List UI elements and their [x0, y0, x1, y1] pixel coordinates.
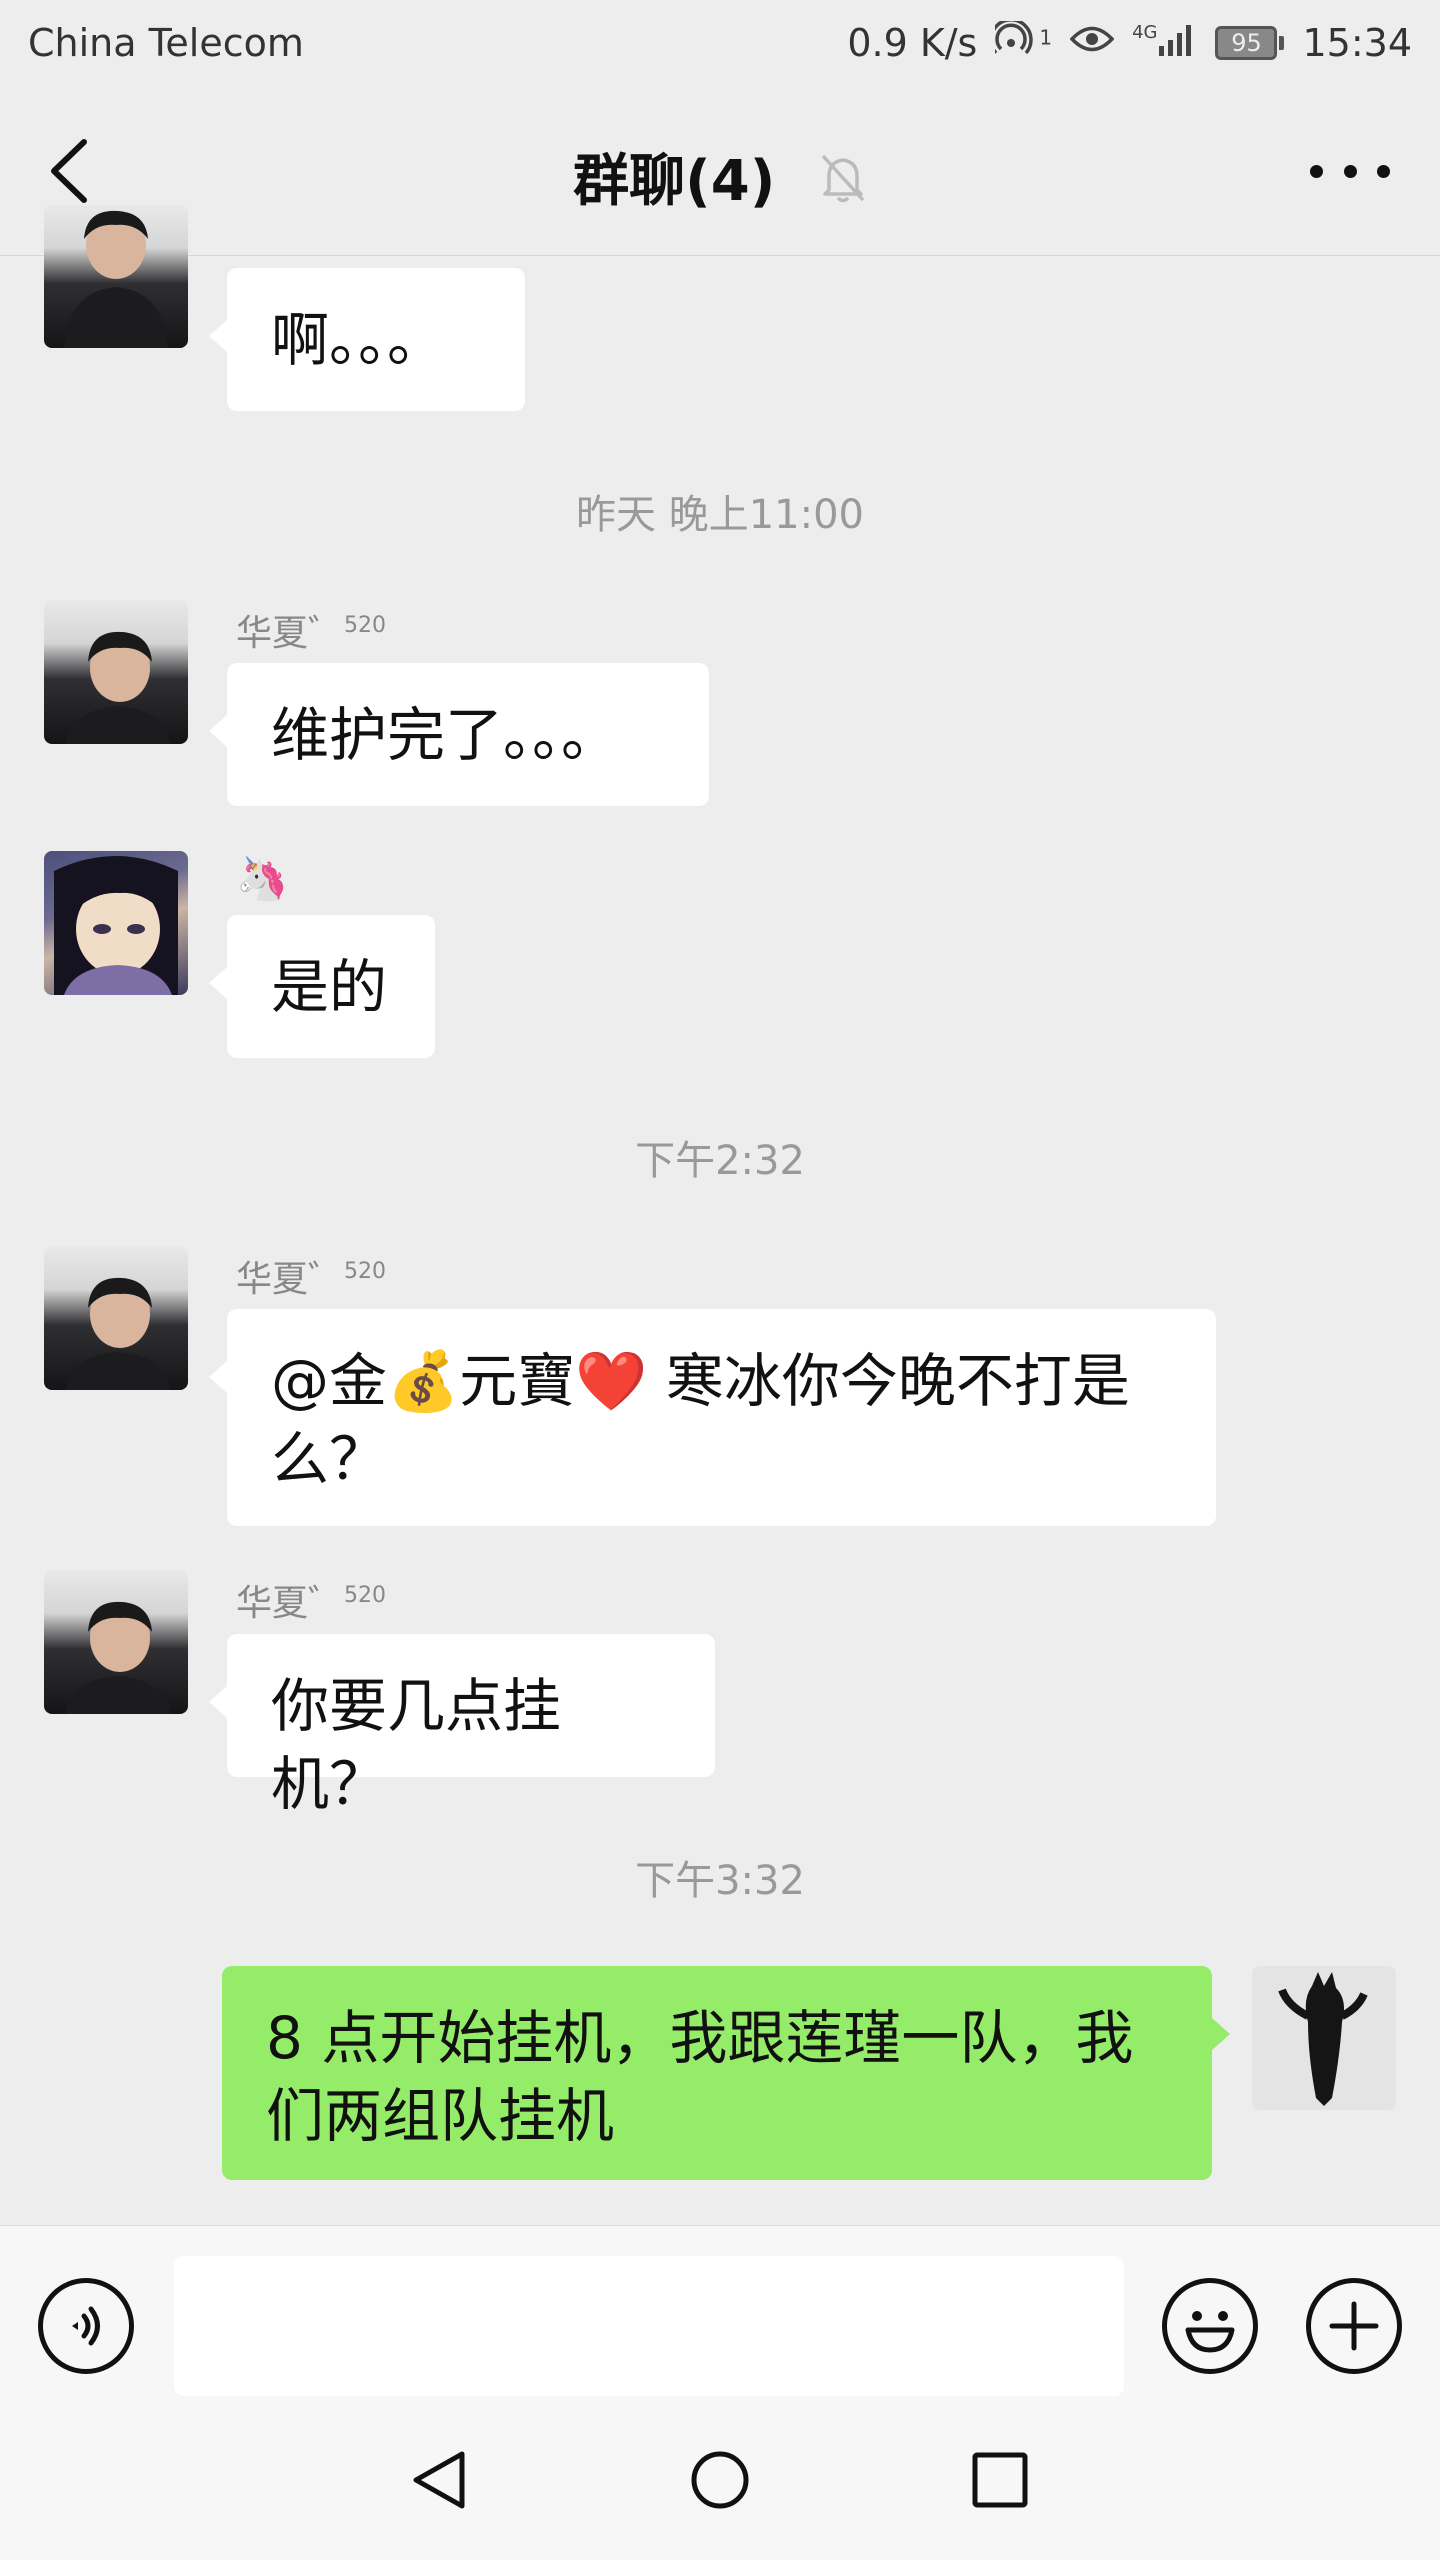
emoji-icon	[1185, 2311, 1235, 2353]
circle-home-icon	[691, 2451, 749, 2509]
network-type: 4G	[1132, 21, 1158, 43]
more-dot-icon	[1343, 164, 1357, 178]
battery-tip	[1279, 36, 1285, 50]
status-bar: China Telecom 0.9 K/s 1 4G 95 15:34	[0, 0, 1440, 86]
signal-icon: 4G	[1132, 22, 1197, 65]
message-text: 啊。。。	[271, 306, 446, 374]
chat-header: 群聊(4)	[0, 86, 1440, 256]
timestamp: 下午3:32	[635, 1858, 805, 1904]
message-bubble[interactable]: 是的	[209, 915, 435, 1058]
more-dot-icon	[1377, 164, 1390, 178]
muted-bell-icon	[819, 152, 867, 218]
sender-name-text: 华夏゛	[236, 613, 345, 654]
sender-emoji: 🦄	[236, 854, 289, 903]
voice-button[interactable]	[38, 2278, 134, 2374]
avatar[interactable]	[44, 851, 188, 995]
sender-name-sup: 520	[344, 613, 387, 638]
square-recents-icon	[972, 2452, 1028, 2508]
hotspot-icon: 1	[989, 17, 1053, 66]
more-functions-button[interactable]	[1306, 2278, 1402, 2374]
sender-name: 华夏゛520	[236, 604, 386, 656]
message-bubble[interactable]: 你要几点挂机？	[209, 1634, 715, 1818]
message-text: 是的	[271, 953, 388, 1021]
message-text: 8 点开始挂机，我跟莲瑾一队，我们两组队挂机	[266, 2004, 1134, 2150]
sender-name: 华夏゛520	[236, 1574, 386, 1626]
triangle-back-icon	[413, 2451, 465, 2509]
message-bubble[interactable]: @金💰元寶❤️ 寒冰你今晚不打是么？	[209, 1309, 1216, 1526]
battery-indicator: 95	[1215, 26, 1285, 60]
timestamp: 昨天 晚上11:00	[576, 492, 864, 538]
sender-name: 华夏゛520	[236, 1250, 386, 1302]
avatar[interactable]	[44, 1246, 188, 1390]
sender-name: 🦄	[236, 854, 288, 904]
message-text: 你要几点挂机？	[271, 1672, 562, 1818]
sender-name-text: 华夏゛	[236, 1259, 345, 1300]
timestamp: 下午2:32	[635, 1138, 805, 1184]
more-dot-icon	[1310, 164, 1323, 178]
sender-name-sup: 520	[344, 1583, 387, 1608]
more-options-button[interactable]	[1310, 156, 1390, 186]
chat-title: 群聊(4)	[573, 149, 776, 214]
status-indicators: 0.9 K/s 1 4G 95 15:34	[847, 17, 1412, 66]
input-bar	[0, 2225, 1440, 2400]
my-message-bubble[interactable]: 8 点开始挂机，我跟莲瑾一队，我们两组队挂机	[222, 1966, 1230, 2180]
network-speed: 0.9 K/s	[847, 21, 978, 65]
hotspot-count: 1	[1039, 25, 1053, 50]
plus-icon	[1329, 2301, 1379, 2351]
eye-icon	[1069, 23, 1115, 63]
clock: 15:34	[1302, 21, 1412, 65]
message-text: @金💰元寶❤️ 寒冰你今晚不打是么？	[271, 1347, 1130, 1493]
avatar[interactable]	[44, 1570, 188, 1714]
avatar[interactable]	[44, 205, 188, 348]
message-input[interactable]	[174, 2256, 1124, 2396]
carrier-label: China Telecom	[28, 21, 304, 65]
nav-recents-button[interactable]	[960, 2440, 1040, 2520]
message-text: 维护完了。。。	[271, 701, 620, 769]
sender-name-sup: 520	[344, 1259, 387, 1284]
message-bubble[interactable]: 啊。。。	[209, 268, 525, 411]
nav-home-button[interactable]	[680, 2440, 760, 2520]
battery-level: 95	[1215, 26, 1278, 60]
message-bubble[interactable]: 维护完了。。。	[209, 663, 709, 806]
my-avatar[interactable]	[1252, 1966, 1396, 2110]
emoji-button[interactable]	[1162, 2278, 1258, 2374]
system-nav-bar	[0, 2400, 1440, 2560]
nav-back-button[interactable]	[400, 2440, 480, 2520]
chat-title-area: 群聊(4)	[0, 136, 1440, 218]
voice-icon	[72, 2306, 100, 2346]
sender-name-text: 华夏゛	[236, 1583, 345, 1624]
avatar[interactable]	[44, 600, 188, 744]
